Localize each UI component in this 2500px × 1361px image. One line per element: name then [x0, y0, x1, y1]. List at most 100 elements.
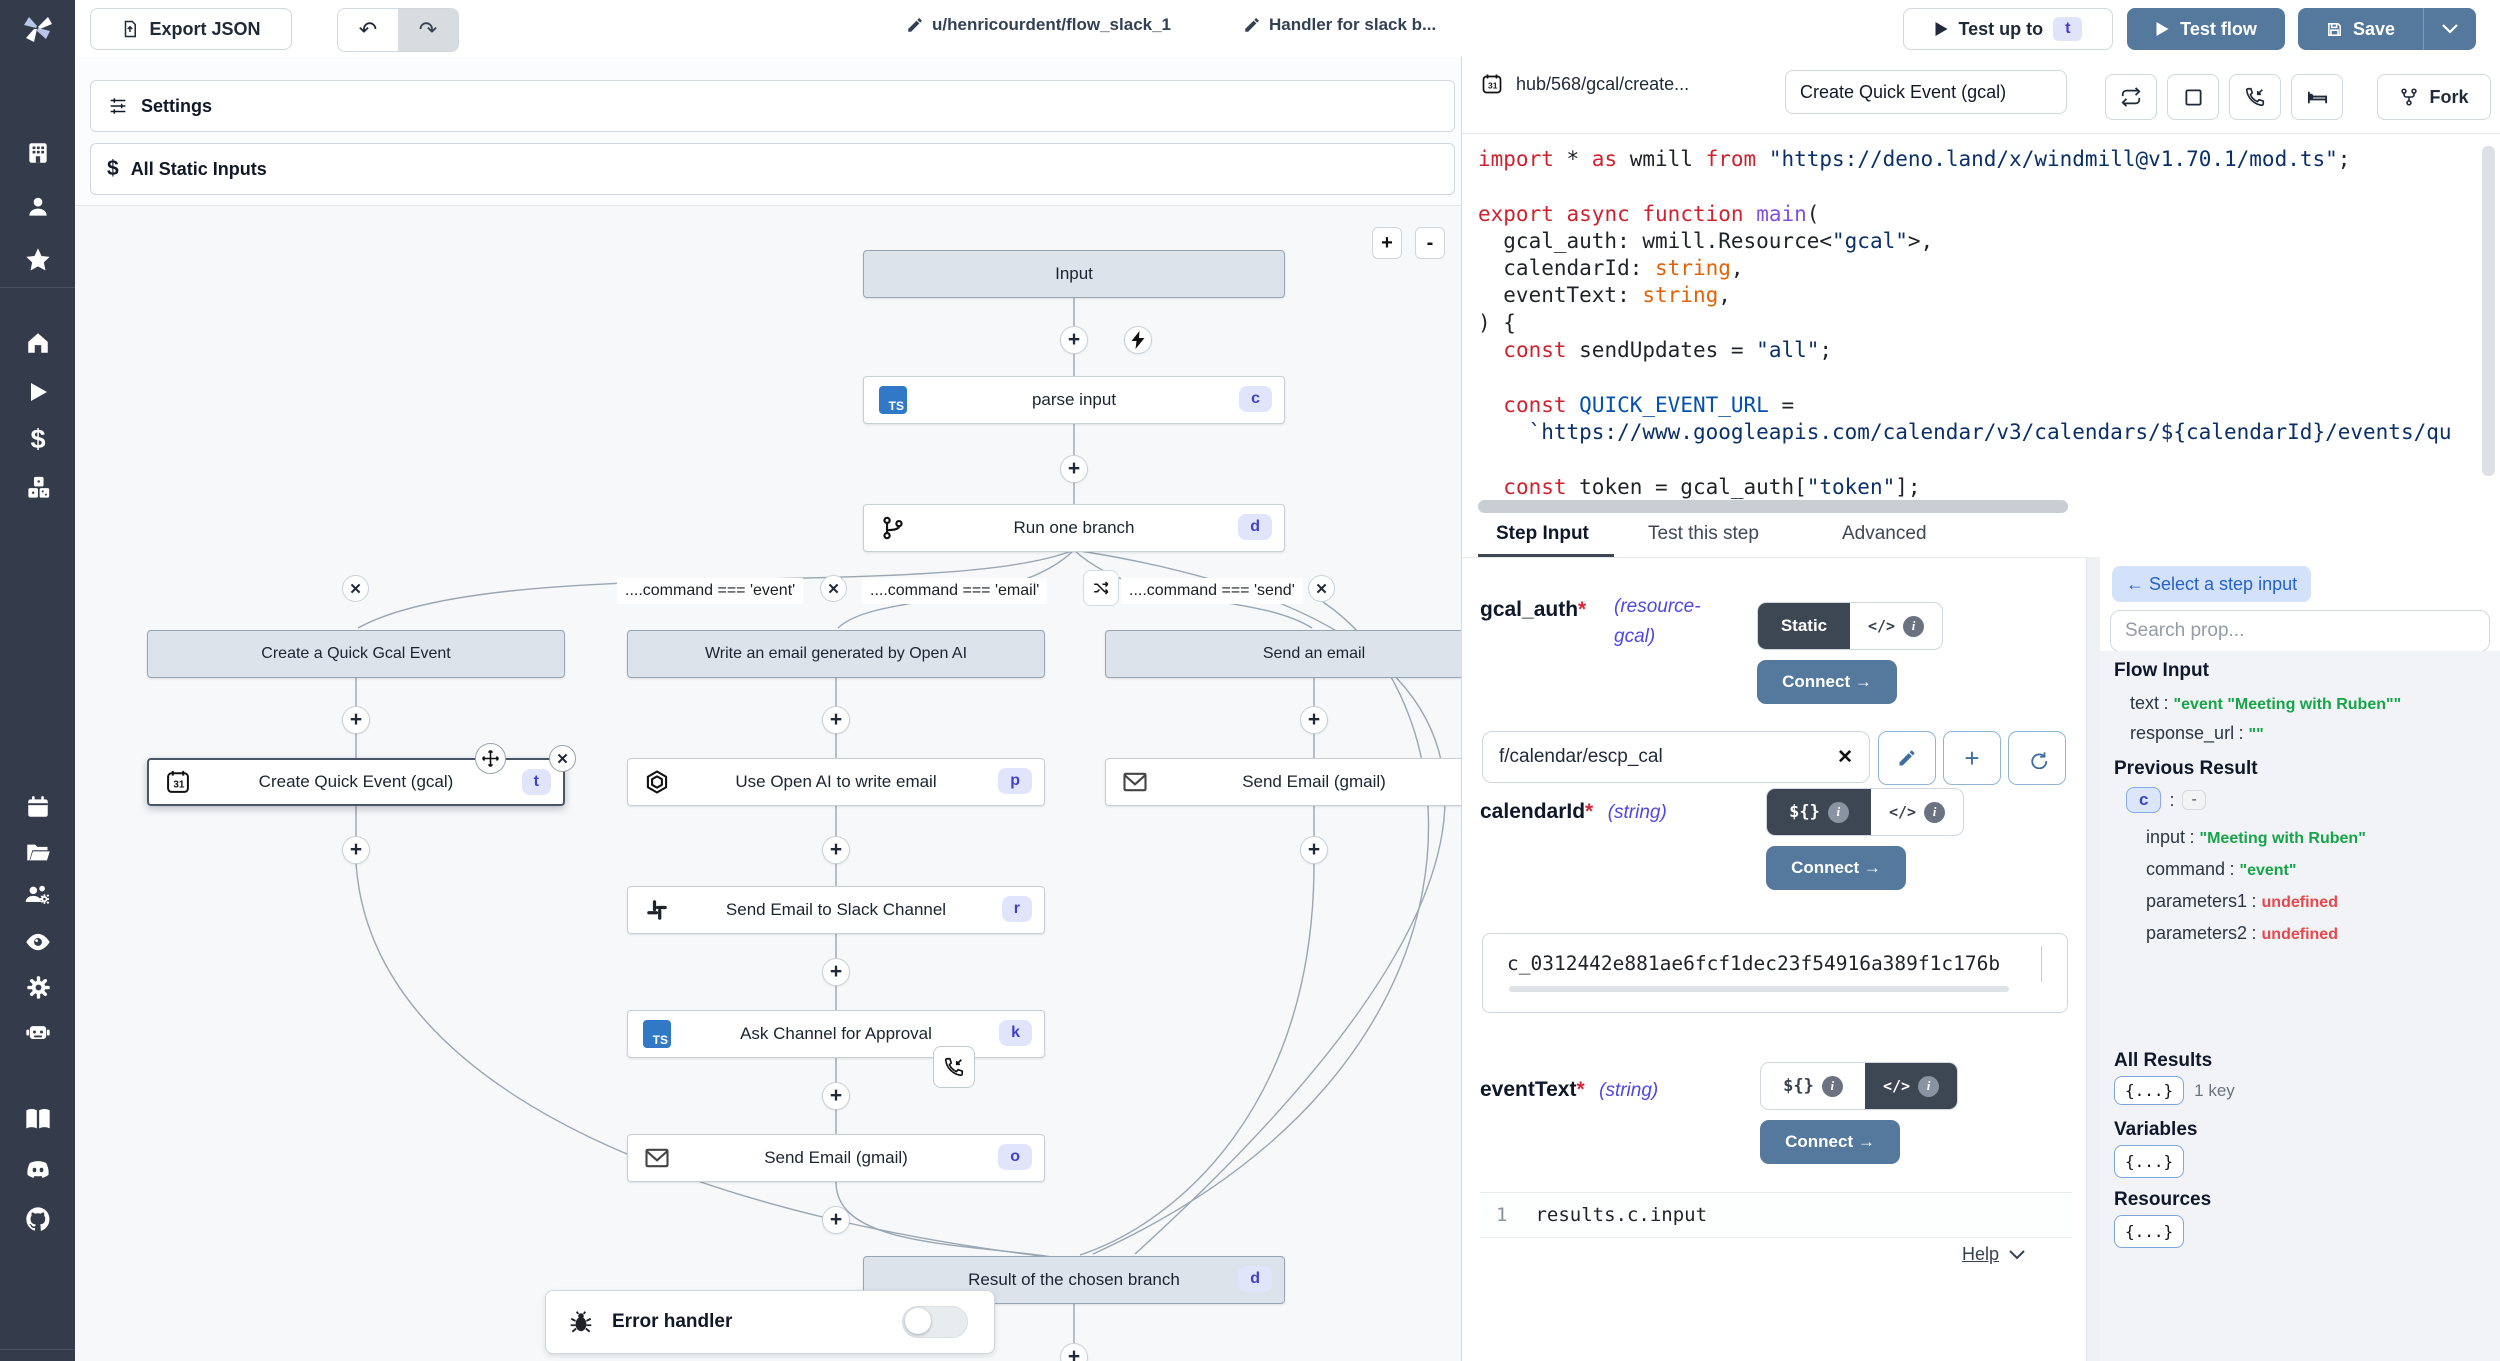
branch-header-node[interactable]: Write an email generated by Open AI	[627, 630, 1045, 678]
add-step-button[interactable]: +	[1060, 455, 1088, 483]
javascript-mode-button[interactable]: </> i	[1871, 789, 1963, 835]
resources-expand-chip[interactable]: {...}	[2114, 1215, 2184, 1248]
sleep-button[interactable]	[2291, 74, 2343, 120]
sidebar-item-discord[interactable]	[24, 1156, 52, 1184]
all-results-expand-chip[interactable]: {...}	[2114, 1076, 2184, 1105]
save-button[interactable]: Save	[2298, 19, 2423, 40]
gcal-auth-connect-button[interactable]: Connect →	[1757, 660, 1897, 704]
flow-canvas[interactable]: Settings $ All Static Inputs + -	[75, 57, 1462, 1361]
static-mode-button[interactable]: Static	[1758, 603, 1850, 649]
sidebar-item-schedules[interactable]	[24, 793, 52, 821]
template-mode-button[interactable]: ${} i	[1761, 1063, 1865, 1109]
step-id-chip[interactable]: c	[2126, 787, 2161, 813]
branch-header-node[interactable]: Create a Quick Gcal Event	[147, 630, 565, 678]
windmill-logo[interactable]	[0, 0, 75, 57]
add-step-button[interactable]: +	[1300, 836, 1328, 864]
sidebar-item-docs[interactable]	[24, 1105, 52, 1133]
add-step-button[interactable]: +	[1300, 706, 1328, 734]
form-scrollbar-track[interactable]	[2086, 557, 2101, 1361]
error-handler-toggle[interactable]	[902, 1306, 968, 1338]
redo-button[interactable]: ↷	[398, 9, 458, 51]
branch-condition[interactable]: ....command === 'event'	[617, 578, 803, 604]
sidebar-item-folders[interactable]	[24, 838, 52, 866]
branch-reorder-button[interactable]	[1083, 570, 1119, 606]
code-editor[interactable]: import * as wmill from "https://deno.lan…	[1478, 146, 2478, 502]
add-step-button[interactable]: +	[822, 1082, 850, 1110]
variables-expand-chip[interactable]: {...}	[2114, 1145, 2184, 1178]
javascript-mode-button[interactable]: </> i	[1850, 603, 1942, 649]
sidebar-item-home[interactable]	[24, 329, 52, 357]
step-node-gmail[interactable]: Send Email (gmail)	[1105, 758, 1462, 806]
move-step-button[interactable]	[475, 743, 506, 774]
edit-resource-button[interactable]	[1878, 731, 1936, 785]
add-step-button[interactable]: +	[822, 836, 850, 864]
flow-input-node[interactable]: Input	[863, 250, 1285, 298]
step-node-gmail-2[interactable]: Send Email (gmail) o	[627, 1134, 1045, 1182]
tab-advanced[interactable]: Advanced	[1842, 523, 1927, 545]
branch-condition[interactable]: ....command === 'email'	[862, 578, 1047, 604]
remove-branch-button[interactable]: ✕	[1308, 575, 1335, 602]
sidebar-item-user[interactable]	[24, 193, 52, 221]
step-node-run-one-branch[interactable]: Run one branch d	[863, 504, 1285, 552]
retry-settings-button[interactable]	[2105, 74, 2157, 120]
tab-test-this-step[interactable]: Test this step	[1648, 523, 1759, 545]
early-stop-button[interactable]	[2167, 74, 2219, 120]
sidebar-item-resources[interactable]	[24, 473, 52, 501]
step-node-openai[interactable]: Use Open AI to write email p	[627, 758, 1045, 806]
branch-header-node[interactable]: Send an email	[1105, 630, 1462, 678]
trigger-button[interactable]	[1124, 326, 1152, 354]
remove-branch-button[interactable]: ✕	[342, 575, 369, 602]
prop-row[interactable]: response_url : ""	[2130, 723, 2264, 744]
code-vscrollbar[interactable]	[2482, 146, 2495, 476]
add-step-button[interactable]: +	[342, 836, 370, 864]
prop-row[interactable]: command : "event"	[2146, 859, 2296, 880]
sidebar-item-favorites[interactable]	[24, 246, 52, 274]
sidebar-item-audit[interactable]	[24, 928, 52, 956]
code-hscrollbar[interactable]	[1478, 500, 2068, 513]
javascript-mode-button[interactable]: </> i	[1865, 1063, 1957, 1109]
flow-summary-breadcrumb[interactable]: Handler for slack b...	[1243, 15, 1436, 35]
add-step-button[interactable]: +	[822, 958, 850, 986]
prop-row[interactable]: input : "Meeting with Ruben"	[2146, 827, 2366, 848]
sidebar-item-workspace[interactable]	[24, 139, 52, 167]
resource-picker-input[interactable]: f/calendar/escp_cal ✕	[1482, 731, 1870, 783]
sidebar-item-runs[interactable]	[24, 378, 52, 406]
search-prop-input[interactable]: Search prop...	[2110, 610, 2490, 652]
export-json-button[interactable]: Export JSON	[90, 8, 292, 50]
step-summary-input[interactable]: Create Quick Event (gcal)	[1785, 70, 2067, 114]
add-step-button[interactable]: +	[342, 706, 370, 734]
refresh-resource-button[interactable]	[2008, 731, 2066, 785]
eventtext-connect-button[interactable]: Connect →	[1760, 1120, 1900, 1164]
sidebar-item-workers[interactable]	[24, 1018, 52, 1046]
fork-button[interactable]: Fork	[2377, 74, 2491, 120]
calendarid-input-hscrollbar[interactable]	[1509, 986, 2009, 992]
collapse-button[interactable]: -	[2182, 790, 2205, 810]
branch-condition[interactable]: ....command === 'send'	[1121, 578, 1303, 604]
sidebar-item-settings[interactable]	[24, 973, 52, 1001]
undo-button[interactable]: ↶	[338, 9, 398, 51]
add-step-button[interactable]: +	[822, 706, 850, 734]
step-node-slack[interactable]: Send Email to Slack Channel r	[627, 886, 1045, 934]
sidebar-item-groups[interactable]	[24, 881, 52, 909]
clear-resource-button[interactable]: ✕	[1837, 746, 1853, 769]
calendarid-input[interactable]: c_0312442e881ae6fcf1dec23f54916a389f1c17…	[1507, 946, 2042, 982]
help-link[interactable]: Help	[1962, 1244, 2025, 1265]
prop-row[interactable]: text : "event "Meeting with Ruben""	[2130, 693, 2401, 714]
add-resource-button[interactable]: +	[1943, 731, 2001, 785]
save-more-button[interactable]	[2424, 24, 2476, 34]
remove-branch-button[interactable]: ✕	[820, 575, 847, 602]
tab-step-input[interactable]: Step Input	[1496, 523, 1589, 545]
template-mode-button[interactable]: ${} i	[1767, 789, 1871, 835]
suspend-button[interactable]	[2229, 74, 2281, 120]
add-step-button[interactable]: +	[1060, 326, 1088, 354]
delete-step-button[interactable]: ✕	[549, 745, 576, 772]
test-up-to-button[interactable]: Test up to t	[1903, 8, 2113, 50]
add-step-button[interactable]: +	[822, 1206, 850, 1234]
calendarid-connect-button[interactable]: Connect →	[1766, 846, 1906, 890]
sidebar-item-github[interactable]	[24, 1205, 52, 1233]
flow-path-breadcrumb[interactable]: u/henricourdent/flow_slack_1	[906, 15, 1171, 35]
eventtext-expression-editor[interactable]: 1 results.c.input	[1480, 1192, 2072, 1238]
suspend-approval-indicator[interactable]	[933, 1046, 975, 1088]
select-step-input-button[interactable]: ← Select a step input	[2112, 566, 2311, 602]
sidebar-item-variables[interactable]: $	[24, 425, 52, 453]
